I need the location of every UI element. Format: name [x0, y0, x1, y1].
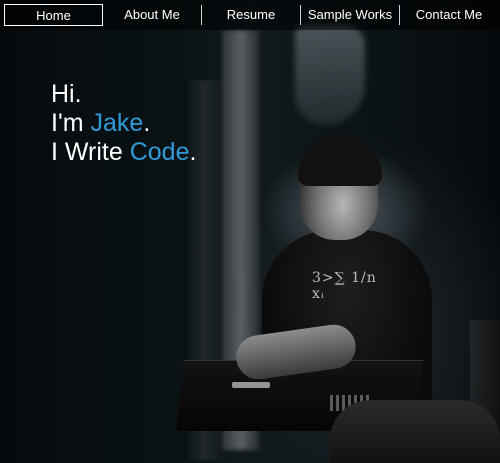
hero-tagline-prefix: I Write [51, 138, 130, 166]
nav-separator [399, 5, 400, 25]
background-person-hair [298, 134, 382, 186]
hero-name-line: I'm Jake. [51, 109, 196, 138]
background-person-legs [330, 400, 500, 463]
hero-tagline-suffix: . [189, 138, 197, 166]
page: 3>∑ 1/n xᵢ Home About Me Resume Sample W… [0, 0, 500, 463]
nav-sample-works[interactable]: Sample Works [302, 4, 398, 26]
nav-separator [201, 5, 202, 25]
nav-contact-me[interactable]: Contact Me [404, 4, 494, 26]
hero-name: Jake [90, 109, 144, 137]
hero-headline: Hi. I'm Jake. I Write Code. [51, 80, 196, 167]
background-laptop-keys [232, 382, 270, 388]
shirt-print: 3>∑ 1/n xᵢ [312, 270, 377, 302]
hero-greeting: Hi. [51, 80, 82, 108]
nav-home[interactable]: Home [4, 4, 103, 26]
nav-separator [300, 5, 301, 25]
main-navigation: Home About Me Resume Sample Works Contac… [0, 0, 500, 30]
hero-name-prefix: I'm [51, 109, 91, 137]
hero-tagline: I Write Code. [51, 138, 196, 167]
nav-resume[interactable]: Resume [212, 4, 290, 26]
hero-tagline-accent: Code [129, 138, 190, 166]
background-curtain [295, 25, 365, 125]
nav-about-me[interactable]: About Me [112, 4, 192, 26]
hero-name-suffix: . [143, 109, 151, 137]
